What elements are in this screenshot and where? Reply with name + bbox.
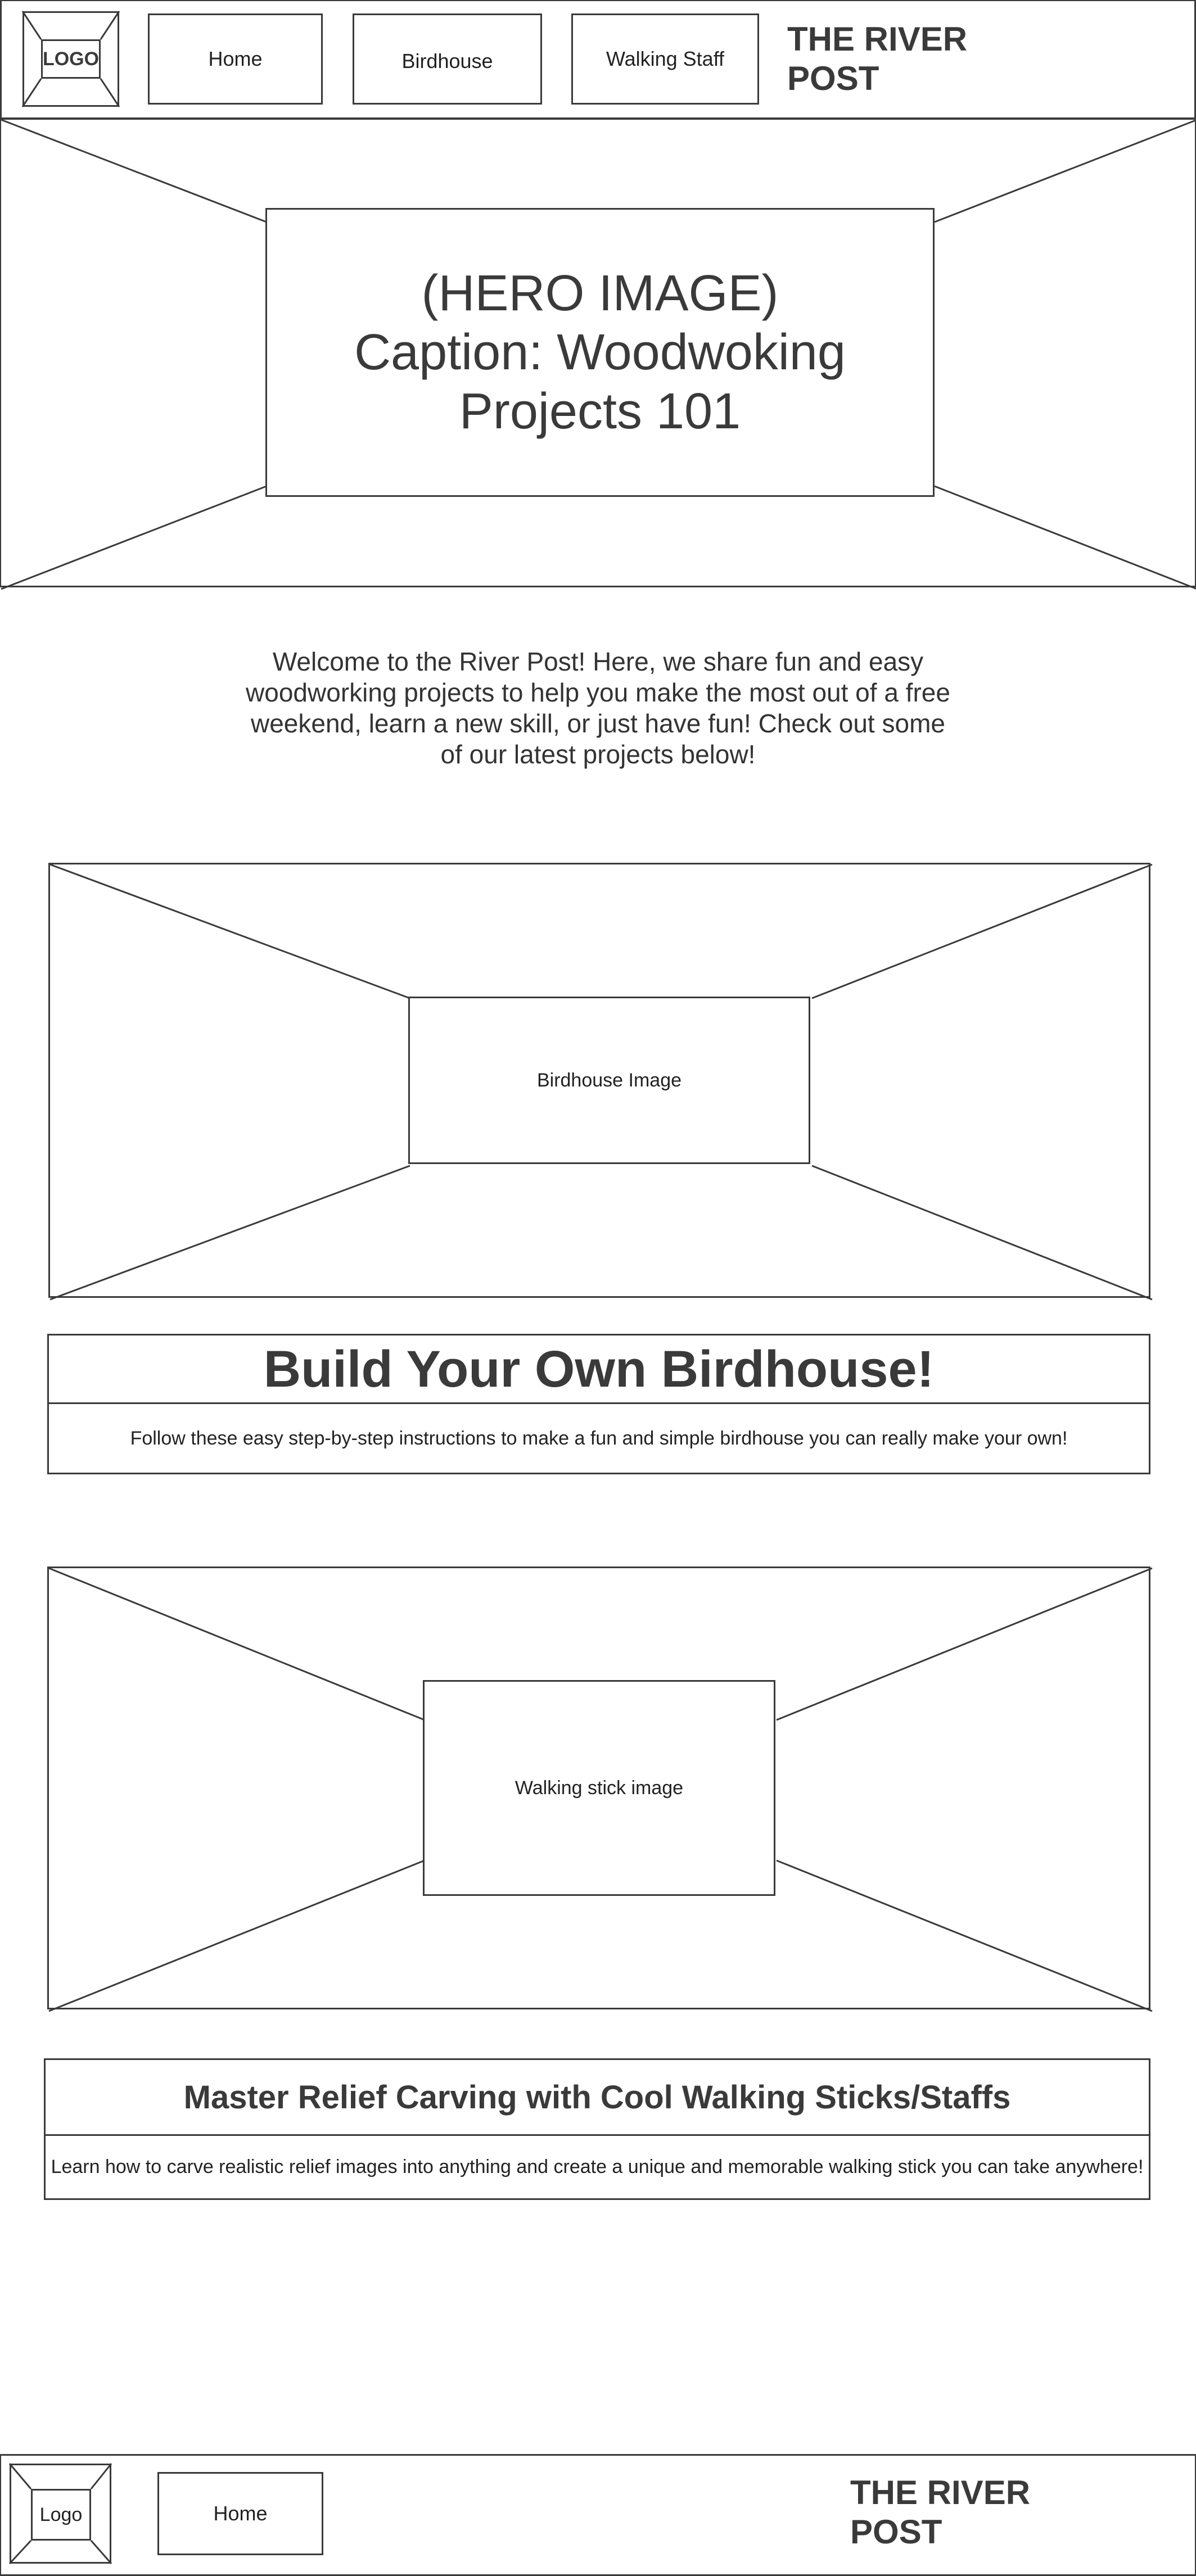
hero-caption-line-3: Projects 101: [459, 383, 741, 440]
birdhouse-card: Build Your Own Birdhouse! Follow these e…: [47, 1334, 1150, 1474]
walking-stick-image-label-box: Walking stick image: [423, 1680, 775, 1896]
hero-caption-line-2: Caption: Woodwoking: [354, 324, 846, 381]
footer-logo[interactable]: Logo: [8, 2463, 112, 2565]
walking-stick-title[interactable]: Master Relief Carving with Cool Walking …: [46, 2060, 1149, 2135]
header-logo[interactable]: LOGO: [21, 11, 120, 107]
footer-brand: THE RIVER POST: [850, 2473, 1030, 2552]
hero-caption-line-1: (HERO IMAGE): [421, 265, 779, 322]
intro-line-3: weekend, learn a new skill, or just have…: [251, 709, 945, 738]
hero-caption: (HERO IMAGE) Caption: Woodwoking Project…: [354, 264, 846, 441]
nav-birdhouse-button[interactable]: Birdhouse: [353, 13, 542, 105]
brand-line-1: THE RIVER: [787, 20, 968, 58]
footer-brand-line-2: POST: [850, 2513, 942, 2551]
intro-line-1: Welcome to the River Post! Here, we shar…: [272, 647, 924, 676]
nav-walking-staff-button[interactable]: Walking Staff: [571, 13, 759, 105]
hero-caption-box: (HERO IMAGE) Caption: Woodwoking Project…: [265, 208, 935, 497]
intro-line-2: woodworking projects to help you make th…: [246, 678, 950, 707]
footer-brand-line-1: THE RIVER: [850, 2474, 1031, 2511]
brand-line-2: POST: [787, 60, 879, 97]
site-brand: THE RIVER POST: [787, 20, 967, 98]
birdhouse-image-label-box: Birdhouse Image: [408, 997, 810, 1164]
intro-line-4: of our latest projects below!: [440, 740, 756, 769]
birdhouse-description: Follow these easy step-by-step instructi…: [130, 1427, 1068, 1449]
birdhouse-title[interactable]: Build Your Own Birdhouse!: [49, 1335, 1149, 1403]
intro-text: Welcome to the River Post! Here, we shar…: [169, 646, 1027, 770]
nav-home-button[interactable]: Home: [148, 13, 323, 105]
walking-stick-card: Master Relief Carving with Cool Walking …: [44, 2058, 1150, 2200]
footer-logo-label: Logo: [31, 2489, 91, 2541]
logo-label: LOGO: [41, 39, 101, 79]
footer-home-button[interactable]: Home: [157, 2472, 323, 2555]
walking-stick-description: Learn how to carve realistic relief imag…: [51, 2156, 1144, 2177]
